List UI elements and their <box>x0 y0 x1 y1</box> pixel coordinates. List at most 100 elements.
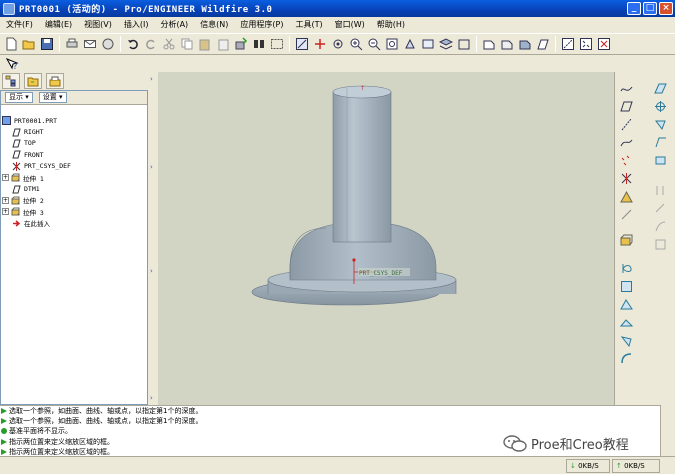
datum-axes-icon[interactable] <box>559 35 577 53</box>
tree-item-label: RIGHT <box>24 128 44 137</box>
trim-icon[interactable] <box>652 152 668 168</box>
tree-item-part[interactable]: PRT0001.PRT <box>1 115 147 126</box>
tree-item-extrude-2[interactable]: + 拉伸 2 <box>1 195 147 206</box>
graphics-window[interactable]: PRT_CSYS_DEF ↑ <box>158 72 614 405</box>
menu-help[interactable]: 帮助(H) <box>371 19 411 30</box>
menu-tools[interactable]: 工具(T) <box>290 19 329 30</box>
extrude-icon[interactable] <box>618 232 634 248</box>
tree-item-dtm1[interactable]: DTM1 <box>1 183 147 194</box>
model-tree-icon[interactable] <box>2 73 20 89</box>
tree-item-csys[interactable]: PRT_CSYS_DEF <box>1 161 147 172</box>
datum-points-icon[interactable] <box>577 35 595 53</box>
tree-item-insert-here[interactable]: 在此插入 <box>1 218 147 229</box>
offset-icon[interactable] <box>652 200 668 216</box>
paste-icon[interactable] <box>196 35 214 53</box>
find-icon[interactable] <box>250 35 268 53</box>
collapse-arrow-icon[interactable]: › <box>150 76 155 83</box>
expand-toggle[interactable]: + <box>2 208 9 216</box>
csys-icon[interactable] <box>618 170 634 186</box>
no-hidden-icon[interactable] <box>498 35 516 53</box>
thicken-icon[interactable] <box>652 218 668 234</box>
copy-icon[interactable] <box>178 35 196 53</box>
orient-icon[interactable] <box>329 35 347 53</box>
datum-display-icon[interactable] <box>293 35 311 53</box>
datum-axis-icon[interactable] <box>618 116 634 132</box>
draft-icon[interactable] <box>618 332 634 348</box>
menu-applications[interactable]: 应用程序(P) <box>234 19 289 30</box>
message-text: 基准平面将不显示。 <box>9 427 72 436</box>
collapse-arrow-icon[interactable]: › <box>150 395 155 402</box>
expand-toggle[interactable]: + <box>2 174 9 182</box>
tree-item-top[interactable]: TOP <box>1 138 147 149</box>
shell-icon[interactable] <box>618 296 634 312</box>
tree-item-label: PRT0001.PRT <box>14 116 58 125</box>
hidden-line-icon[interactable] <box>480 35 498 53</box>
maximize-button[interactable]: □ <box>643 2 657 15</box>
rib-icon[interactable] <box>618 314 634 330</box>
undo-icon[interactable] <box>124 35 142 53</box>
saved-views-icon[interactable] <box>419 35 437 53</box>
menu-edit[interactable]: 编辑(E) <box>39 19 78 30</box>
print-icon[interactable] <box>63 35 81 53</box>
wireframe-icon[interactable] <box>455 35 473 53</box>
datum-point-icon[interactable] <box>618 152 634 168</box>
selection-filter-icon[interactable] <box>268 35 286 53</box>
datum-curve-icon[interactable] <box>618 134 634 150</box>
cut-icon[interactable] <box>160 35 178 53</box>
new-icon[interactable] <box>2 35 20 53</box>
datum-plane-icon[interactable] <box>618 98 634 114</box>
email-icon[interactable] <box>81 35 99 53</box>
send-icon[interactable] <box>99 35 117 53</box>
shading-icon[interactable] <box>516 35 534 53</box>
layers-icon[interactable] <box>437 35 455 53</box>
spin-center-icon[interactable] <box>311 35 329 53</box>
menu-view[interactable]: 视图(V) <box>78 19 118 30</box>
tree-item-front[interactable]: FRONT <box>1 149 147 160</box>
datum-planes-icon[interactable] <box>534 35 552 53</box>
solidify-icon[interactable] <box>652 236 668 252</box>
round-icon[interactable] <box>618 350 634 366</box>
intersect-icon[interactable] <box>652 182 668 198</box>
csys-icon[interactable] <box>595 35 613 53</box>
refit-icon[interactable] <box>383 35 401 53</box>
navigator-splitter[interactable]: › › › › <box>148 72 158 405</box>
mirror-icon[interactable] <box>652 116 668 132</box>
favorites-icon[interactable] <box>46 73 64 89</box>
merge-icon[interactable] <box>652 134 668 150</box>
menu-info[interactable]: 信息(N) <box>194 19 234 30</box>
expand-toggle[interactable]: + <box>2 196 9 204</box>
pattern-icon[interactable] <box>652 98 668 114</box>
tree-item-extrude-1[interactable]: + 拉伸 1 <box>1 172 147 183</box>
chamfer-icon[interactable] <box>652 80 668 96</box>
zoom-out-icon[interactable] <box>365 35 383 53</box>
sketched-curve-icon[interactable] <box>618 80 634 96</box>
analysis-icon[interactable] <box>618 188 634 204</box>
zoom-in-icon[interactable] <box>347 35 365 53</box>
show-dropdown[interactable]: 显示 ▾ <box>5 92 33 103</box>
redo-icon[interactable] <box>142 35 160 53</box>
collapse-arrow-icon[interactable]: › <box>150 164 155 171</box>
tree-item-right[interactable]: RIGHT <box>1 126 147 137</box>
settings-dropdown[interactable]: 设置 ▾ <box>38 92 67 103</box>
hole-icon[interactable] <box>618 278 634 294</box>
open-icon[interactable] <box>20 35 38 53</box>
revolve-icon[interactable] <box>618 260 634 276</box>
regenerate-icon[interactable] <box>232 35 250 53</box>
minimize-button[interactable]: _ <box>627 2 641 15</box>
menu-window[interactable]: 窗口(W) <box>329 19 371 30</box>
reorient-icon[interactable] <box>401 35 419 53</box>
collapse-arrow-icon[interactable]: › <box>150 268 155 275</box>
paste-special-icon[interactable] <box>214 35 232 53</box>
toolbar-separator <box>476 36 477 52</box>
csys-origin-icon <box>352 258 356 262</box>
whats-this-icon[interactable]: ? <box>3 55 21 73</box>
menu-insert[interactable]: 插入(I) <box>118 19 155 30</box>
sweep-icon[interactable] <box>618 206 634 222</box>
folder-browser-icon[interactable] <box>24 73 42 89</box>
message-scrollbar[interactable] <box>660 405 675 456</box>
menu-file[interactable]: 文件(F) <box>0 19 39 30</box>
menu-analysis[interactable]: 分析(A) <box>154 19 194 30</box>
tree-item-extrude-3[interactable]: + 拉伸 3 <box>1 206 147 217</box>
close-button[interactable]: × <box>659 2 673 15</box>
save-icon[interactable] <box>38 35 56 53</box>
